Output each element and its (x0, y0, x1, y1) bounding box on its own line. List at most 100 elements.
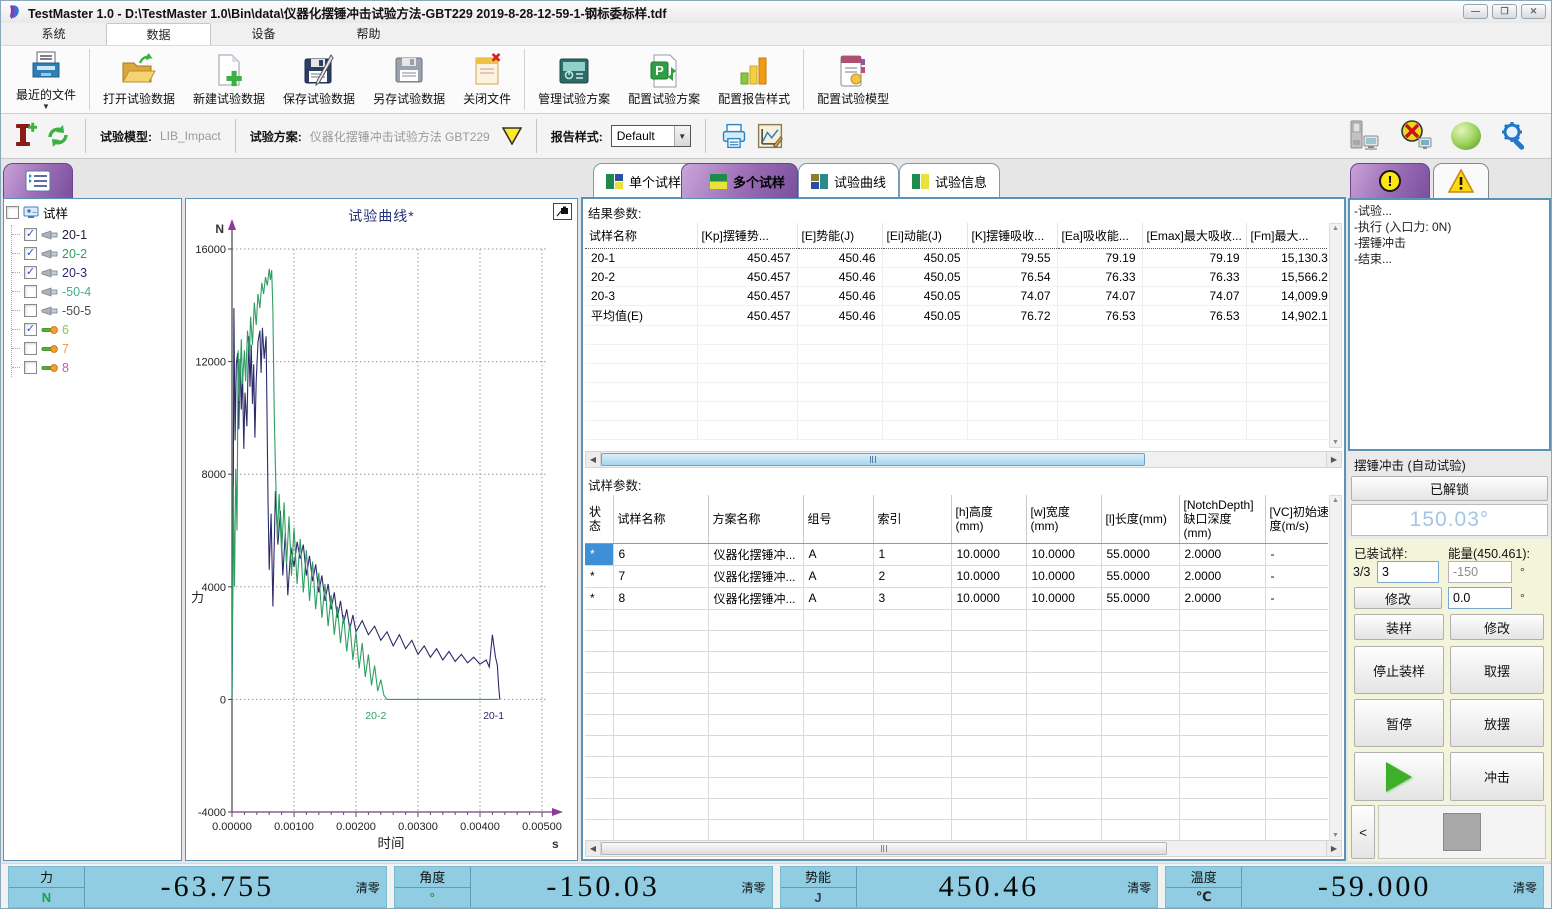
cell[interactable]: * (585, 587, 613, 609)
machine-status-icon[interactable] (1347, 120, 1381, 152)
zero-button[interactable]: 清零 (1507, 867, 1543, 907)
column-header[interactable]: 索引 (873, 495, 951, 543)
cell[interactable]: 14,902.16 (1246, 306, 1328, 326)
tree-item-8[interactable]: 8 (12, 358, 181, 377)
pause-button[interactable]: 暂停 (1354, 699, 1444, 747)
release-pendulum-button[interactable]: 放摆 (1450, 699, 1544, 747)
stop-button[interactable] (1378, 805, 1546, 859)
scroll-down-icon[interactable]: ▼ (1332, 832, 1339, 839)
manage-scheme-button[interactable]: 管理试验方案 (529, 46, 619, 113)
specimen-checkbox[interactable] (24, 285, 37, 298)
tree-item-6[interactable]: ✓6 (12, 320, 181, 339)
config-scheme-button[interactable]: P配置试验方案 (619, 46, 709, 113)
cell[interactable]: - (1265, 543, 1328, 565)
modify-loaded-button[interactable]: 修改 (1354, 587, 1442, 609)
table-row[interactable]: 20-3450.457450.46450.0574.0774.0774.0714… (585, 287, 1328, 306)
scrollbar-thumb[interactable] (601, 842, 1167, 855)
tree-item-20-3[interactable]: ✓20-3 (12, 263, 181, 282)
column-header[interactable]: 试样名称 (585, 223, 697, 249)
menu-item-system[interactable]: 系统 (1, 23, 106, 45)
cell[interactable]: 450.05 (882, 306, 967, 326)
cell[interactable]: 55.0000 (1101, 587, 1179, 609)
cell[interactable]: 2.0000 (1179, 587, 1265, 609)
cell[interactable]: 76.72 (967, 306, 1057, 326)
column-header[interactable]: 方案名称 (708, 495, 803, 543)
column-header[interactable]: [Kp]摆锤势... (697, 223, 797, 249)
specimens-hscrollbar[interactable]: ◀ ▶ (585, 840, 1342, 857)
specimen-checkbox[interactable]: ✓ (24, 247, 37, 260)
cell[interactable]: 76.33 (1142, 268, 1246, 287)
table-header-row[interactable]: 试样名称[Kp]摆锤势...[E]势能(J)[Ei]动能(J)[K]摆锤吸收..… (585, 223, 1328, 249)
cell[interactable]: 79.19 (1142, 249, 1246, 268)
take-pendulum-button[interactable]: 取摆 (1450, 646, 1544, 694)
cell[interactable]: 10.0000 (951, 543, 1026, 565)
scroll-right-icon[interactable]: ▶ (1326, 841, 1341, 856)
report-style-select[interactable]: Default ▼ (611, 125, 691, 147)
cell[interactable]: 79.55 (967, 249, 1057, 268)
specimen-checkbox[interactable]: ✓ (24, 323, 37, 336)
save-as-data-button[interactable]: 另存试验数据 (364, 46, 454, 113)
zero-button[interactable]: 清零 (350, 867, 386, 907)
cell[interactable]: A (803, 543, 873, 565)
scroll-down-icon[interactable]: ▼ (1332, 439, 1339, 446)
menu-item-device[interactable]: 设备 (211, 23, 316, 45)
table-row[interactable]: 20-1450.457450.46450.0579.5579.1979.1915… (585, 249, 1328, 268)
tab-test-log[interactable]: ! (1350, 163, 1430, 198)
tab-multi-specimen[interactable]: 多个试样 (681, 163, 798, 198)
cell[interactable]: * (585, 565, 613, 587)
column-header[interactable]: [Ei]动能(J) (882, 223, 967, 249)
cell[interactable]: 10.0000 (951, 587, 1026, 609)
cell[interactable]: 20-3 (585, 287, 697, 306)
cell[interactable]: 450.05 (882, 287, 967, 306)
save-data-button[interactable]: 保存试验数据 (274, 46, 364, 113)
restore-button[interactable]: ❐ (1492, 4, 1517, 19)
specimen-checkbox[interactable] (24, 342, 37, 355)
recent-files-button[interactable]: 最近的文件▼ (7, 46, 85, 113)
table-row[interactable]: *7仪器化摆锤冲...A210.000010.000055.00002.0000… (585, 565, 1328, 587)
results-vscrollbar[interactable]: ▲▼ (1329, 223, 1342, 448)
column-header[interactable]: [Ea]吸收能... (1057, 223, 1142, 249)
specimen-checkbox[interactable]: ✓ (24, 266, 37, 279)
specimen-checkbox[interactable]: ✓ (24, 228, 37, 241)
cell[interactable]: 2.0000 (1179, 543, 1265, 565)
tab-test-info[interactable]: 试验信息 (899, 163, 1000, 198)
tab-test-curve[interactable]: 试验曲线 (798, 163, 899, 198)
cell[interactable]: A (803, 565, 873, 587)
column-header[interactable]: [K]摆锤吸收... (967, 223, 1057, 249)
column-header[interactable]: [Fm]最大... (1246, 223, 1328, 249)
tab-warnings[interactable] (1433, 163, 1489, 198)
cell[interactable]: 450.05 (882, 249, 967, 268)
open-data-button[interactable]: 打开试验数据 (94, 46, 184, 113)
scroll-up-icon[interactable]: ▲ (1332, 497, 1339, 504)
status-sphere-icon[interactable] (1449, 120, 1483, 152)
column-header[interactable]: 组号 (803, 495, 873, 543)
minimize-button[interactable]: — (1463, 4, 1488, 19)
cell[interactable]: 55.0000 (1101, 543, 1179, 565)
cell[interactable]: 450.46 (797, 268, 882, 287)
column-header[interactable]: [w]宽度 (mm) (1026, 495, 1101, 543)
cell[interactable]: 74.07 (1142, 287, 1246, 306)
table-row[interactable]: 20-2450.457450.46450.0576.5476.3376.3315… (585, 268, 1328, 287)
tab-specimen-list[interactable] (3, 163, 73, 198)
tree-item-20-2[interactable]: ✓20-2 (12, 244, 181, 263)
cell[interactable]: 55.0000 (1101, 565, 1179, 587)
cell[interactable]: 450.457 (697, 306, 797, 326)
cell[interactable]: * (585, 543, 613, 565)
config-report-button[interactable]: 配置报告样式 (709, 46, 799, 113)
table-row[interactable]: *6仪器化摆锤冲...A110.000010.000055.00002.0000… (585, 543, 1328, 565)
cell[interactable]: 8 (613, 587, 708, 609)
cell[interactable]: 仪器化摆锤冲... (708, 565, 803, 587)
cell[interactable]: 3 (873, 587, 951, 609)
cell[interactable]: 76.53 (1142, 306, 1246, 326)
close-button[interactable]: ✕ (1521, 4, 1546, 19)
cell[interactable]: 450.46 (797, 306, 882, 326)
scrollbar-thumb[interactable] (601, 453, 1145, 466)
cell[interactable]: 450.457 (697, 249, 797, 268)
add-specimen-icon[interactable] (11, 122, 37, 150)
column-header[interactable]: [E]势能(J) (797, 223, 882, 249)
tree-item-20-1[interactable]: ✓20-1 (12, 225, 181, 244)
loaded-count-input[interactable] (1377, 561, 1439, 583)
menu-item-help[interactable]: 帮助 (316, 23, 421, 45)
cell[interactable]: 450.457 (697, 268, 797, 287)
tree-item--50-4[interactable]: -50-4 (12, 282, 181, 301)
